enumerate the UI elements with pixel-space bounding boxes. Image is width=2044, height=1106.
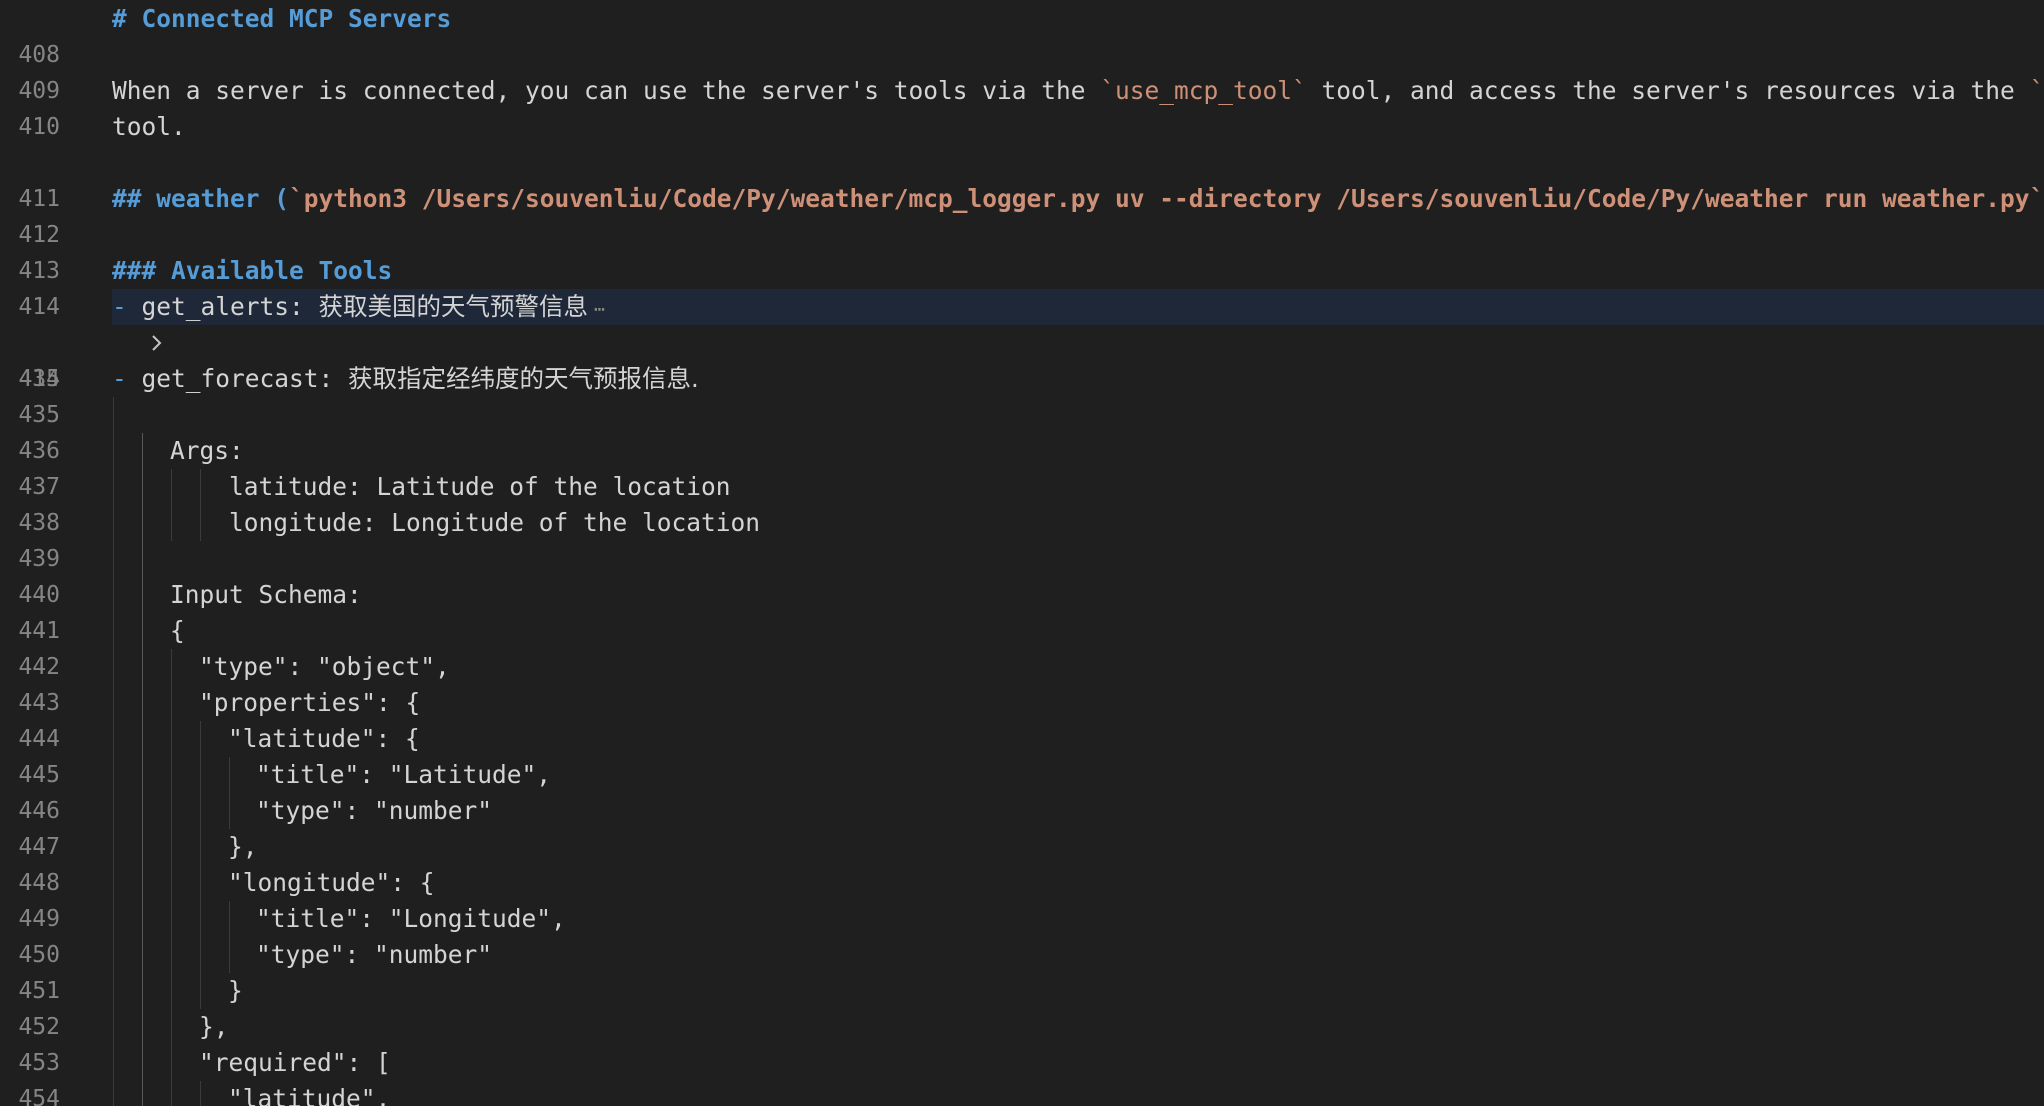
code-text: } [228,976,243,1005]
indent-guide [113,397,114,1106]
editor-line[interactable]: 446 "title": "Latitude", [0,757,2044,824]
inline-code: `access_mcp_resource` [2029,76,2044,105]
folded-ellipsis-icon[interactable]: ⋯ [594,299,605,320]
markdown-heading: ## weather ( [112,184,290,213]
editor-line[interactable]: 412 ## weather (`python3 /Users/souvenli… [0,181,2044,248]
paragraph-text: tool, and access the server's resources … [1306,76,2030,105]
tool-name: get_forecast: [126,364,349,393]
code-text: Input Schema: [170,580,362,609]
code-text: "type": "number" [256,940,493,969]
code-editor[interactable]: 408 # Connected MCP Servers 409 410 When… [0,0,2044,1106]
code-text: { [170,616,185,645]
editor-line[interactable]: 440 [0,541,2044,608]
editor-line[interactable]: 434 [0,325,2044,392]
code-text: }, [228,832,258,861]
markdown-heading: # Connected MCP Servers [112,4,452,33]
code-text: "type": "object", [199,652,450,681]
editor-line[interactable]: 439 longitude: Longitude of the location [0,505,2044,572]
indent-guide [171,649,172,1106]
editor-line-folded[interactable]: 415 - get_alerts: 获取美国的天气预警信息 ⋯ [0,289,2044,392]
editor-line[interactable]: 451 "type": "number" [0,937,2044,1004]
editor-line[interactable]: 435 - get_forecast: 获取指定经纬度的天气预报信息. [0,361,2044,428]
editor-line[interactable]: 411 [0,145,2044,212]
editor-line[interactable]: 452 } [0,973,2044,1040]
markdown-heading: ### Available Tools [112,256,393,285]
code-text: Args: [170,436,244,465]
code-text: "title": "Latitude", [256,760,552,789]
editor-line[interactable]: 413 [0,217,2044,284]
chevron-right-icon[interactable] [78,289,162,351]
editor-line[interactable]: 447 "type": "number" [0,793,2044,860]
code-text: longitude: Longitude of the location [229,508,761,537]
editor-line[interactable]: 438 latitude: Latitude of the location [0,469,2044,536]
editor-line[interactable]: 448 }, [0,829,2044,896]
tool-description: 获取美国的天气预警信息 [318,292,589,321]
editor-line[interactable]: 443 "type": "object", [0,649,2044,716]
code-text: "type": "number" [256,796,493,825]
indent-guide [171,469,172,541]
code-text: "latitude", [228,1084,391,1106]
code-text: "longitude": { [228,868,435,897]
editor-line[interactable]: 441 Input Schema: [0,577,2044,644]
indent-guide [200,1081,201,1106]
paragraph-text: When a server is connected, you can use … [112,76,1101,105]
editor-line[interactable]: 453 }, [0,1009,2044,1076]
indent-guide [229,901,230,973]
editor-line[interactable]: 410 When a server is connected, you can … [0,73,2044,140]
list-bullet: - [112,292,127,321]
editor-line[interactable]: 454 "required": [ [0,1045,2044,1106]
editor-line[interactable]: 436 [0,397,2044,464]
inline-code: `use_mcp_tool` [1100,76,1307,105]
code-text: "latitude": { [228,724,420,753]
editor-line[interactable]: 442 { [0,613,2044,680]
inline-code: `python3 /Users/souvenliu/Code/Py/weathe… [289,184,2044,213]
indent-guide [229,757,230,829]
indent-guide [200,721,201,1009]
code-text: latitude: Latitude of the location [229,472,731,501]
editor-line[interactable]: 444 "properties": { [0,685,2044,752]
code-text: }, [199,1012,229,1041]
editor-line[interactable]: 445 "latitude": { [0,721,2044,788]
editor-line-wrap[interactable]: tool. [0,109,2044,145]
editor-line[interactable]: 408 # Connected MCP Servers [0,1,2044,68]
editor-line[interactable]: 450 "title": "Longitude", [0,901,2044,968]
list-bullet: - [112,364,127,393]
tool-description: 获取指定经纬度的天气预报信息. [348,364,699,393]
indent-guide [142,433,143,1106]
paragraph-text: tool. [112,112,186,141]
code-text: "properties": { [199,688,421,717]
editor-line[interactable]: 409 [0,37,2044,104]
editor-line[interactable]: 414 ### Available Tools [0,253,2044,320]
indent-guide [200,469,201,541]
code-text: "title": "Longitude", [256,904,566,933]
editor-line[interactable]: 437 Args: [0,433,2044,500]
editor-line[interactable]: 449 "longitude": { [0,865,2044,932]
editor-line[interactable]: 455 "latitude", [0,1081,2044,1106]
tool-name: get_alerts: [126,292,319,321]
code-text: "required": [ [199,1048,391,1077]
